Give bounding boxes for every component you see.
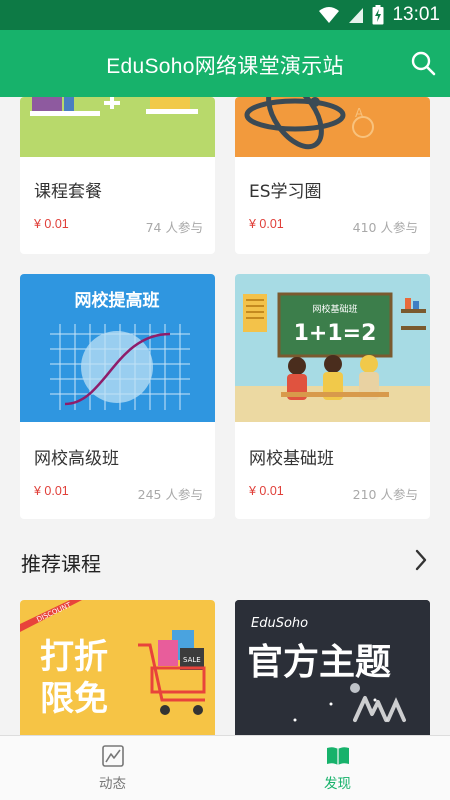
course-card-advanced[interactable]: 网校提高班 网校高级班 ¥ 0.01 245 人参与 [20,274,215,519]
course-card-basic[interactable]: 网校基础班 1+1=2 网校基础班 ¥ 0.01 210 人参与 [235,274,430,519]
app-bar: EduSoho网络课堂演示站 [0,30,450,97]
course-price: ¥ 0.01 [34,217,69,231]
course-cover-image: 网校基础班 1+1=2 [235,274,430,422]
nav-label: 动态 [99,776,126,792]
app-title: EduSoho网络课堂演示站 [106,55,344,78]
wifi-icon [319,7,340,23]
course-cover-image: 网校提高班 [20,274,215,422]
course-cover-image [20,97,215,157]
search-icon[interactable] [410,50,436,76]
board-caption: 网校基础班 [312,303,357,315]
course-title: 网校高级班 [34,449,119,469]
course-participants: 74 人参与 [145,220,203,235]
bottom-navigation: 动态 发现 [0,735,450,800]
course-price: ¥ 0.01 [249,484,284,498]
board-equation: 1+1=2 [294,321,377,346]
svg-text:A: A [355,106,364,120]
course-card-es-circle[interactable]: A ES学习圈 ¥ 0.01 410 人参与 [235,97,430,254]
status-time: 13:01 [392,4,440,25]
watermark-logo [353,696,406,722]
theme-headline: 官方主题 [247,642,391,683]
status-bar: 13:01 [0,0,450,30]
promo-line-1: 打折 [40,637,108,677]
course-title: ES学习圈 [249,182,322,202]
course-participants: 210 人参与 [352,487,418,502]
discover-content: 课程套餐 ¥ 0.01 74 人参与 A ES学习圈 ¥ 0.01 410 人参… [0,97,450,735]
recommended-card-discount[interactable]: DISCOUNT 打折 限免 SALE [20,600,215,735]
section-title-recommended: 推荐课程 [21,552,101,576]
course-price: ¥ 0.01 [34,484,69,498]
nav-tab-discover[interactable]: 发现 [225,736,450,800]
battery-charging-icon [372,5,384,25]
course-title: 网校基础班 [249,449,334,469]
nav-tab-activity[interactable]: 动态 [0,736,225,800]
cover-text: 网校提高班 [75,290,160,311]
signal-icon [349,8,364,23]
nav-label: 发现 [324,776,351,792]
sale-tag: SALE [183,656,201,664]
chart-icon [102,745,124,767]
promo-line-2: 限免 [40,679,108,719]
course-participants: 245 人参与 [137,487,203,502]
course-cover-image: A [235,97,430,157]
brand-text: EduSoho [251,616,308,631]
recommended-cover-image: DISCOUNT 打折 限免 SALE [20,600,215,735]
course-participants: 410 人参与 [352,220,418,235]
course-card-package[interactable]: 课程套餐 ¥ 0.01 74 人参与 [20,97,215,254]
book-icon [327,747,349,765]
chevron-right-icon[interactable] [414,548,428,572]
status-icons: 13:01 [318,0,440,30]
course-title: 课程套餐 [34,182,102,202]
course-price: ¥ 0.01 [249,217,284,231]
